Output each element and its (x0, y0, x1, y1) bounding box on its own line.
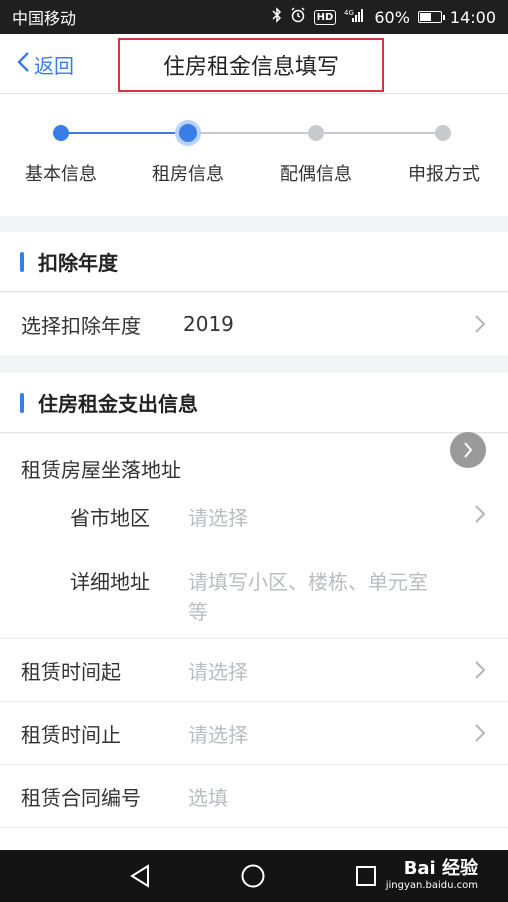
alarm-icon (290, 7, 306, 27)
chevron-left-icon (16, 51, 30, 78)
chevron-right-icon (475, 505, 486, 523)
step-line-done (61, 132, 188, 134)
step-dot-basic (53, 125, 69, 141)
rent-start-placeholder: 请选择 (188, 659, 248, 684)
contract-number-row[interactable]: 租赁合同编号 选填 (0, 765, 508, 827)
deduction-year-value: 2019 (183, 312, 234, 336)
section-title: 住房租金支出信息 (38, 392, 198, 416)
step-dot-method (435, 125, 451, 141)
deduction-year-label: 选择扣除年度 (21, 313, 141, 338)
region-placeholder: 请选择 (188, 506, 248, 530)
section-rent-info: 住房租金支出信息 (0, 373, 508, 433)
baidu-jingyan-watermark: Bai 经验 jingyan.baidu.com (386, 854, 478, 891)
clock: 14:00 (449, 7, 496, 27)
section-title: 扣除年度 (38, 251, 118, 275)
svg-text:4G: 4G (344, 9, 354, 17)
chevron-right-icon (475, 724, 486, 742)
back-triangle-icon[interactable] (128, 863, 152, 889)
detail-address-placeholder-line1: 请填写小区、楼栋、单元室 (188, 570, 428, 594)
deduction-year-row[interactable]: 选择扣除年度 2019 (0, 293, 508, 355)
rent-end-row[interactable]: 租赁时间止 请选择 (0, 702, 508, 764)
battery-icon (417, 11, 445, 23)
battery-percent: 60% (374, 7, 410, 27)
progress-steps: 基本信息 租房信息 配偶信息 申报方式 (0, 94, 508, 216)
region-field[interactable]: 省市地区 请选择 (0, 494, 508, 534)
nav-bar: 返回 住房租金信息填写 (0, 34, 508, 94)
address-label: 租赁房屋坐落地址 (21, 458, 181, 482)
rent-start-row[interactable]: 租赁时间起 请选择 (0, 639, 508, 701)
region-label: 省市地区 (70, 506, 150, 530)
chevron-right-icon (464, 442, 473, 458)
watermark-brand: Bai 经验 (403, 858, 478, 879)
chevron-right-icon (475, 661, 486, 679)
step-dot-spouse (308, 125, 324, 141)
step-label-spouse: 配偶信息 (280, 164, 352, 185)
recents-square-icon[interactable] (354, 863, 378, 889)
home-circle-icon[interactable] (240, 863, 266, 889)
step-label-basic: 基本信息 (25, 164, 97, 185)
back-button[interactable]: 返回 (16, 34, 74, 94)
contract-number-label: 租赁合同编号 (21, 785, 141, 810)
detail-address-label: 详细地址 (70, 570, 150, 594)
chevron-right-icon (475, 315, 486, 333)
contract-number-placeholder: 选填 (188, 785, 228, 810)
status-bar: 中国移动 HD 4G 60% 14:00 (0, 0, 508, 34)
section-accent-bar (20, 251, 24, 272)
watermark-url: jingyan.baidu.com (385, 880, 478, 891)
step-dot-rent (179, 124, 197, 142)
android-nav-bar: Bai 经验 jingyan.baidu.com (0, 850, 508, 902)
detail-address-placeholder-line2: 等 (188, 600, 208, 624)
signal-icon: 4G (344, 7, 366, 27)
battery-fill (419, 13, 431, 21)
carrier-label: 中国移动 (12, 9, 77, 28)
step-label-method: 申报方式 (408, 164, 480, 185)
rent-end-label: 租赁时间止 (21, 722, 121, 747)
status-icons: HD 4G 60% 14:00 (272, 7, 496, 27)
bluetooth-icon (272, 7, 282, 27)
rent-address-block: 租赁房屋坐落地址 省市地区 请选择 详细地址 请填写小区、楼栋、单元室 等 (0, 434, 508, 638)
page-title: 住房租金信息填写 (118, 38, 384, 92)
hd-icon: HD (313, 9, 337, 25)
detail-address-field[interactable]: 详细地址 请填写小区、楼栋、单元室 等 (0, 558, 508, 628)
rent-end-placeholder: 请选择 (188, 722, 248, 747)
section-deduction-year: 扣除年度 (0, 232, 508, 292)
rent-start-label: 租赁时间起 (21, 659, 121, 684)
back-label: 返回 (34, 53, 74, 78)
section-accent-bar (20, 392, 24, 413)
next-row-partial (0, 828, 508, 850)
floating-next-button[interactable] (450, 432, 486, 468)
step-label-rent: 租房信息 (152, 164, 224, 185)
